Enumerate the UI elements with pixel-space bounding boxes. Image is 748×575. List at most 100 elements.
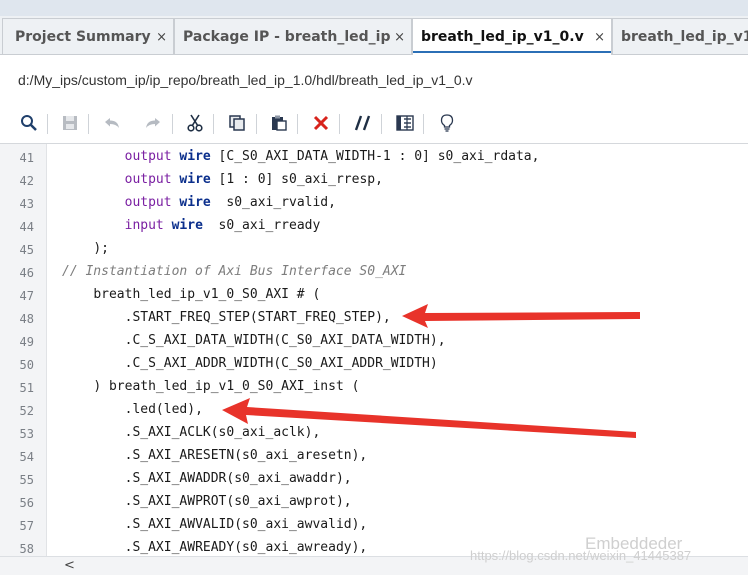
code-body: breath_led_ip_v1_0_S0_AXI # ( bbox=[93, 287, 321, 302]
code-line[interactable]: 43 output wire s0_axi_rvalid, bbox=[0, 192, 748, 215]
code-line[interactable]: 53 .S_AXI_ACLK(s0_axi_aclk), bbox=[0, 422, 748, 445]
toolbar-separator bbox=[88, 114, 89, 134]
code-editor[interactable]: 41 output wire [C_S0_AXI_DATA_WIDTH-1 : … bbox=[0, 143, 748, 557]
comment-icon[interactable] bbox=[352, 112, 374, 134]
toolbar-separator bbox=[423, 114, 424, 134]
toolbar-separator bbox=[172, 114, 173, 134]
line-number: 55 bbox=[19, 473, 34, 487]
code-line[interactable]: 44 input wire s0_axi_rready bbox=[0, 215, 748, 238]
code-keyword-direction: output bbox=[124, 195, 172, 210]
code-body: .C_S_AXI_DATA_WIDTH(C_S0_AXI_DATA_WIDTH)… bbox=[124, 333, 446, 348]
code-line[interactable]: 51 ) breath_led_ip_v1_0_S0_AXI_inst ( bbox=[0, 376, 748, 399]
search-icon[interactable] bbox=[18, 112, 40, 134]
code-comment: // Instantiation of Axi Bus Interface S0… bbox=[62, 264, 407, 279]
line-number: 49 bbox=[19, 335, 34, 349]
line-number: 56 bbox=[19, 496, 34, 510]
close-icon[interactable]: × bbox=[594, 30, 605, 45]
code-body: .START_FREQ_STEP(START_FREQ_STEP), bbox=[124, 310, 391, 325]
code-body: ) breath_led_ip_v1_0_S0_AXI_inst ( bbox=[93, 379, 360, 394]
tab-package-ip[interactable]: Package IP - breath_led_ip × bbox=[174, 18, 412, 54]
delete-icon[interactable] bbox=[310, 112, 332, 134]
code-text: .S_AXI_ARESETN(s0_axi_aresetn), bbox=[62, 448, 368, 463]
line-number: 52 bbox=[19, 404, 34, 418]
window-top-strip bbox=[0, 0, 748, 16]
line-number: 48 bbox=[19, 312, 34, 326]
line-number: 43 bbox=[19, 197, 34, 211]
code-body: .S_AXI_AWADDR(s0_axi_awaddr), bbox=[124, 471, 352, 486]
line-number: 57 bbox=[19, 519, 34, 533]
code-text: .C_S_AXI_DATA_WIDTH(C_S0_AXI_DATA_WIDTH)… bbox=[62, 333, 446, 348]
toolbar-separator bbox=[256, 114, 257, 134]
toolbar-separator bbox=[297, 114, 298, 134]
code-line[interactable]: 47 breath_led_ip_v1_0_S0_AXI # ( bbox=[0, 284, 748, 307]
line-number: 51 bbox=[19, 381, 34, 395]
code-keyword-type: wire bbox=[179, 195, 211, 210]
code-line[interactable]: 46 // Instantiation of Axi Bus Interface … bbox=[0, 261, 748, 284]
tab-label: Package IP - breath_led_ip bbox=[183, 29, 391, 45]
code-line[interactable]: 42 output wire [1 : 0] s0_axi_rresp, bbox=[0, 169, 748, 192]
code-line[interactable]: 45 ); bbox=[0, 238, 748, 261]
code-text: output wire [1 : 0] s0_axi_rresp, bbox=[62, 172, 383, 187]
toolbar-separator bbox=[47, 114, 48, 134]
tab-label: Project Summary bbox=[15, 29, 151, 45]
line-number: 45 bbox=[19, 243, 34, 257]
code-text: // Instantiation of Axi Bus Interface S0… bbox=[62, 264, 406, 279]
undo-icon[interactable] bbox=[101, 112, 123, 134]
copy-icon[interactable] bbox=[226, 112, 248, 134]
tab-breath-led-ip-v1-0[interactable]: breath_led_ip_v1_0.v × bbox=[412, 18, 612, 55]
tab-label: breath_led_ip_v1_ bbox=[621, 29, 748, 45]
code-line[interactable]: 41 output wire [C_S0_AXI_DATA_WIDTH-1 : … bbox=[0, 146, 748, 169]
code-body: .S_AXI_ACLK(s0_axi_aclk), bbox=[124, 425, 321, 440]
insert-template-icon[interactable] bbox=[394, 112, 416, 134]
code-text: ) breath_led_ip_v1_0_S0_AXI_inst ( bbox=[62, 379, 359, 394]
code-line[interactable]: 48 .START_FREQ_STEP(START_FREQ_STEP), bbox=[0, 307, 748, 330]
line-number: 44 bbox=[19, 220, 34, 234]
chevron-left-icon[interactable]: < bbox=[64, 558, 75, 573]
code-line[interactable]: 56 .S_AXI_AWPROT(s0_axi_awprot), bbox=[0, 491, 748, 514]
line-number: 46 bbox=[19, 266, 34, 280]
code-line[interactable]: 52 .led(led), bbox=[0, 399, 748, 422]
toolbar-separator bbox=[339, 114, 340, 134]
code-text: breath_led_ip_v1_0_S0_AXI # ( bbox=[62, 287, 320, 302]
code-keyword-type: wire bbox=[179, 172, 211, 187]
code-line[interactable]: 55 .S_AXI_AWADDR(s0_axi_awaddr), bbox=[0, 468, 748, 491]
close-icon[interactable]: × bbox=[394, 30, 405, 45]
code-body: .S_AXI_ARESETN(s0_axi_aresetn), bbox=[124, 448, 368, 463]
tab-breath-led-ip-v1-overflow[interactable]: breath_led_ip_v1_ bbox=[612, 18, 748, 54]
close-icon[interactable]: × bbox=[156, 30, 167, 45]
code-line[interactable]: 49 .C_S_AXI_DATA_WIDTH(C_S0_AXI_DATA_WID… bbox=[0, 330, 748, 353]
lightbulb-icon[interactable] bbox=[436, 112, 458, 134]
code-body: .S_AXI_AWPROT(s0_axi_awprot), bbox=[124, 494, 352, 509]
tab-label: breath_led_ip_v1_0.v bbox=[421, 29, 584, 45]
file-path: d:/My_ips/custom_ip/ip_repo/breath_led_i… bbox=[18, 72, 473, 88]
code-keyword-direction: input bbox=[124, 218, 164, 233]
code-keyword-direction: output bbox=[124, 149, 172, 164]
save-icon[interactable] bbox=[59, 112, 81, 134]
toolbar-separator bbox=[213, 114, 214, 134]
code-line[interactable]: 54 .S_AXI_ARESETN(s0_axi_aresetn), bbox=[0, 445, 748, 468]
code-keyword-type: wire bbox=[171, 218, 203, 233]
line-number: 47 bbox=[19, 289, 34, 303]
paste-icon[interactable] bbox=[268, 112, 290, 134]
code-line[interactable]: 50 .C_S_AXI_ADDR_WIDTH(C_S0_AXI_ADDR_WID… bbox=[0, 353, 748, 376]
code-text: .led(led), bbox=[62, 402, 203, 417]
tab-project-summary[interactable]: Project Summary × bbox=[2, 18, 174, 54]
redo-icon[interactable] bbox=[142, 112, 164, 134]
code-text: .S_AXI_AWPROT(s0_axi_awprot), bbox=[62, 494, 352, 509]
line-number: 50 bbox=[19, 358, 34, 372]
code-body: [1 : 0] s0_axi_rresp, bbox=[210, 172, 383, 187]
cut-icon[interactable] bbox=[184, 112, 206, 134]
toolbar-separator bbox=[381, 114, 382, 134]
line-number: 58 bbox=[19, 542, 34, 556]
code-text: output wire s0_axi_rvalid, bbox=[62, 195, 336, 210]
code-body: [C_S0_AXI_DATA_WIDTH-1 : 0] s0_axi_rdata… bbox=[210, 149, 540, 164]
